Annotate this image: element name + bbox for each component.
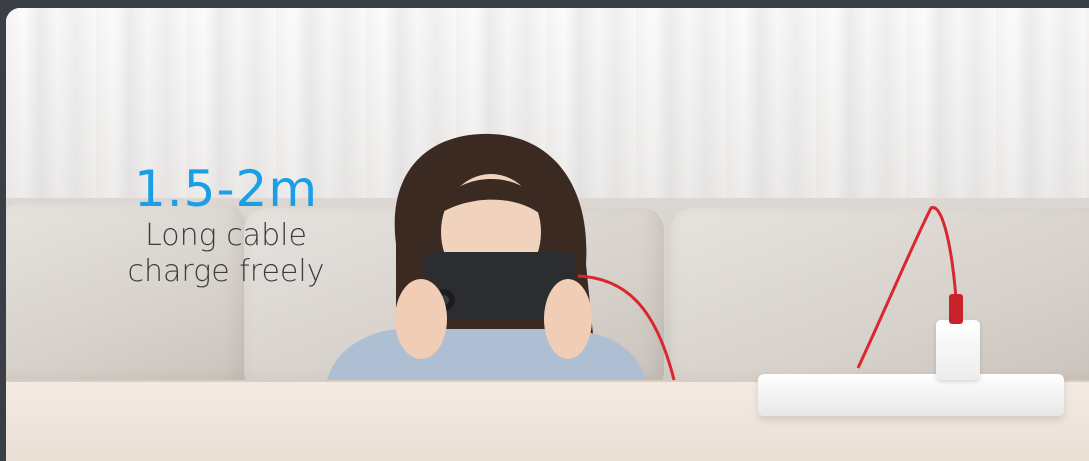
product-photo: 1.5-2m Long cable charge freely [6,8,1089,461]
headline-block: 1.5-2m Long cable charge freely [106,160,346,290]
power-strip [758,374,1064,416]
tagline-line-2: charge freely [127,254,325,289]
person-with-phone [326,133,646,384]
cable-length-value: 1.5-2m [133,160,319,218]
sofa-cushion [671,208,1089,394]
tagline-line-1: Long cable [145,218,307,253]
charger-adapter [936,320,980,380]
